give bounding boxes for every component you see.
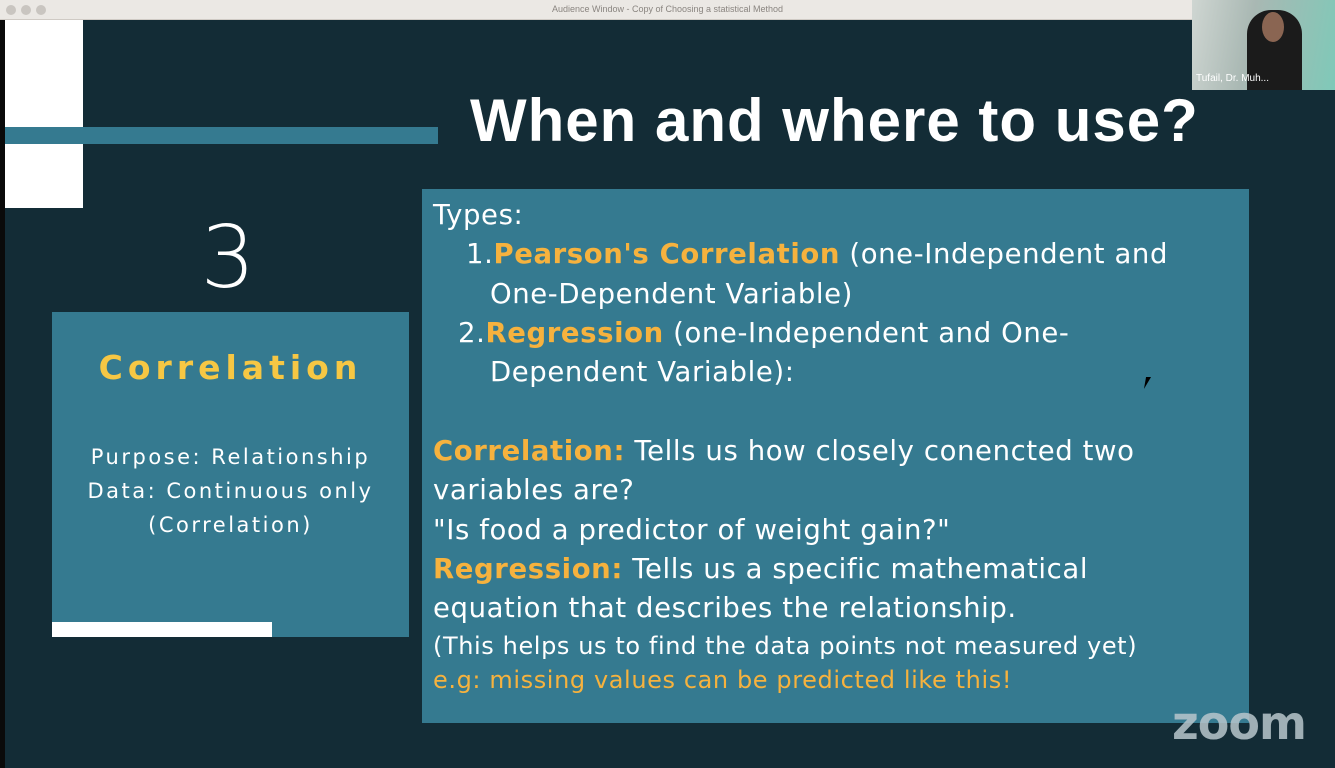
decorative-white-bar	[52, 622, 272, 637]
window-titlebar: Audience Window - Copy of Choosing a sta…	[0, 0, 1335, 20]
decorative-white-block	[5, 20, 83, 208]
purpose-line: Purpose: Relationship	[90, 445, 371, 469]
correlation-label: Correlation:	[433, 435, 626, 467]
regression-definition: Regression: Tells us a specific mathemat…	[433, 553, 1088, 585]
item-name: Regression	[485, 317, 664, 349]
correlation-text: Tells us how closely conencted two	[625, 435, 1135, 467]
participant-video[interactable]: Tufail, Dr. Muh...	[1192, 0, 1335, 90]
data-line: Data: Continuous only	[87, 479, 374, 503]
type-item-1-cont: One-Dependent Variable)	[490, 278, 854, 310]
example-question: "Is food a predictor of weight gain?"	[433, 514, 951, 546]
window-title: Audience Window - Copy of Choosing a sta…	[551, 4, 784, 14]
regression-definition-cont: equation that describes the relationship…	[433, 592, 1017, 624]
regression-example: e.g: missing values can be predicted lik…	[433, 666, 1013, 694]
correlation-definition-cont: variables are?	[433, 474, 635, 506]
slide-heading: When and where to use?	[470, 87, 1199, 154]
type-item-2-cont: Dependent Variable):	[490, 356, 795, 388]
types-label: Types:	[433, 199, 524, 231]
item-name: Pearson's Correlation	[493, 238, 841, 270]
regression-note: (This helps us to find the data points n…	[433, 632, 1138, 660]
regression-label: Regression:	[433, 553, 623, 585]
method-details: Purpose: Relationship Data: Continuous o…	[52, 440, 409, 542]
item-desc: (one-Independent and One-	[663, 317, 1070, 349]
type-item-2: 2.Regression (one-Independent and One-	[458, 317, 1069, 349]
section-number: 3	[200, 208, 256, 308]
decorative-teal-bar	[5, 127, 438, 144]
participant-name: Tufail, Dr. Muh...	[1196, 73, 1269, 84]
types-panel: Types: 1.Pearson's Correlation (one-Inde…	[422, 189, 1249, 723]
regression-text: Tells us a specific mathematical	[622, 553, 1089, 585]
method-card: Correlation Purpose: Relationship Data: …	[52, 312, 409, 637]
item-desc: (one-Independent and	[840, 238, 1169, 270]
participant-face	[1262, 12, 1284, 42]
note-line: (Correlation)	[148, 513, 313, 537]
type-item-1: 1.Pearson's Correlation (one-Independent…	[466, 238, 1168, 270]
correlation-definition: Correlation: Tells us how closely conenc…	[433, 435, 1135, 467]
zoom-logo: zoom	[1172, 696, 1307, 750]
item-number: 1.	[466, 238, 494, 270]
method-title: Correlation	[98, 348, 363, 387]
item-number: 2.	[458, 317, 486, 349]
